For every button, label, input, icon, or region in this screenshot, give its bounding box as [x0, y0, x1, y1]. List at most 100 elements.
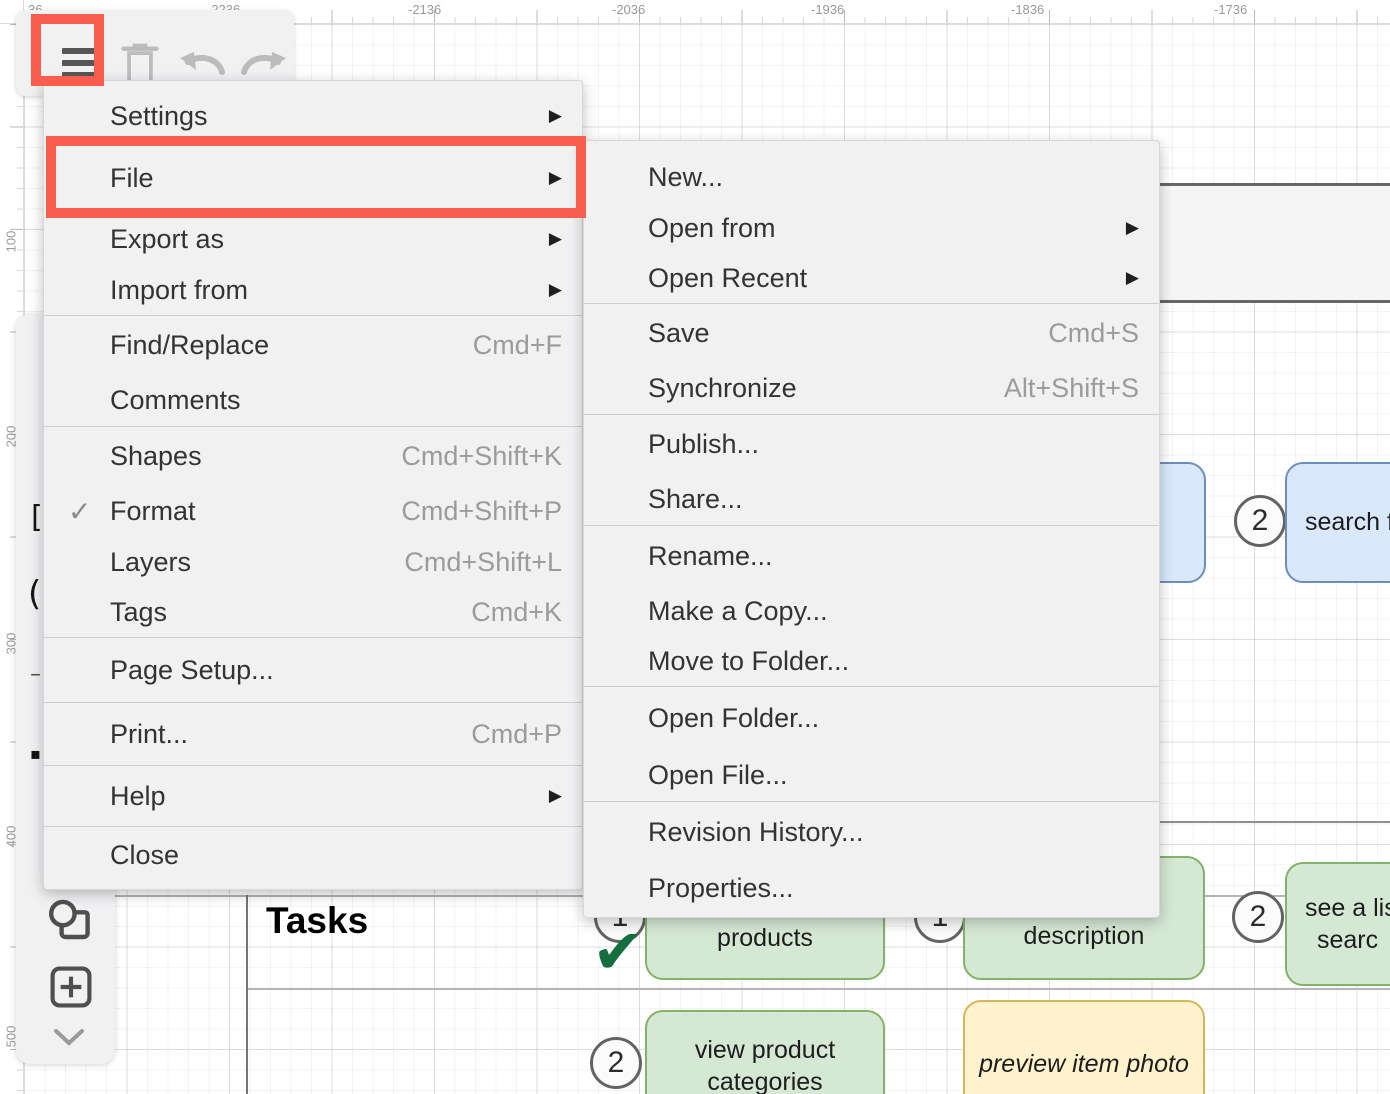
- node-label: description: [965, 922, 1203, 951]
- ruler-label: -1736: [1214, 2, 1247, 17]
- node-label-line1: view product: [647, 1036, 883, 1065]
- ruler-label: 100: [4, 222, 19, 262]
- menu-item-label: Properties...: [648, 873, 1139, 904]
- menu-item-open-recent[interactable]: Open Recent ▶: [584, 253, 1159, 303]
- submenu-arrow-icon: ▶: [549, 786, 562, 806]
- menu-item-new[interactable]: New...: [584, 151, 1159, 203]
- chevron-down-icon[interactable]: [52, 1026, 86, 1048]
- redo-icon[interactable]: [238, 46, 290, 84]
- undo-icon[interactable]: [176, 46, 228, 84]
- menu-item-shortcut: Cmd+K: [471, 597, 562, 628]
- menu-item-format[interactable]: ✓ Format Cmd+Shift+P: [44, 485, 582, 537]
- menu-item-label: Move to Folder...: [648, 646, 1139, 677]
- node-preview-item-photo[interactable]: preview item photo: [963, 1000, 1205, 1094]
- menu-item-synchronize[interactable]: Synchronize Alt+Shift+S: [584, 362, 1159, 414]
- menu-item-shortcut: Cmd+S: [1048, 318, 1139, 349]
- file-submenu: New... Open from ▶ Open Recent ▶ Save Cm…: [583, 140, 1160, 918]
- tasks-lane-vertical-line: [246, 895, 248, 1094]
- menu-item-shortcut: Cmd+F: [473, 330, 562, 361]
- menu-item-find-replace[interactable]: Find/Replace Cmd+F: [44, 316, 582, 374]
- menu-item-shortcut: Alt+Shift+S: [1004, 373, 1139, 404]
- shapes-icon[interactable]: [46, 898, 98, 950]
- menu-item-label: New...: [648, 162, 1139, 193]
- menu-item-comments[interactable]: Comments: [44, 374, 582, 426]
- node-search-for[interactable]: search fo: [1285, 462, 1390, 583]
- menu-item-label: Find/Replace: [110, 330, 453, 361]
- menu-item-label: Make a Copy...: [648, 596, 1139, 627]
- ruler-label: -1836: [1011, 2, 1044, 17]
- menu-item-shortcut: Cmd+Shift+K: [401, 441, 562, 472]
- tasks-lane-bottom-line: [246, 988, 1390, 990]
- submenu-arrow-icon: ▶: [1126, 268, 1139, 288]
- menu-item-shortcut: Cmd+P: [471, 719, 562, 750]
- menu-item-label: Open Folder...: [648, 703, 1139, 734]
- menu-item-revision-history[interactable]: Revision History...: [584, 802, 1159, 862]
- node-label: products: [647, 924, 883, 953]
- menu-item-export-as[interactable]: Export as ▶: [44, 213, 582, 265]
- annotation-highlight-hamburger: [31, 14, 104, 86]
- menu-item-close[interactable]: Close: [44, 827, 582, 883]
- menu-item-label: Publish...: [648, 429, 1139, 460]
- menu-item-label: Page Setup...: [110, 655, 562, 686]
- menu-item-publish[interactable]: Publish...: [584, 415, 1159, 473]
- menu-item-label: Export as: [110, 224, 529, 255]
- insert-shape-icon[interactable]: [48, 964, 94, 1010]
- submenu-arrow-icon: ▶: [549, 229, 562, 249]
- node-view-product-categories[interactable]: view product categories: [645, 1010, 885, 1094]
- menu-item-label: Help: [110, 781, 529, 812]
- menu-item-label: Import from: [110, 275, 529, 306]
- shape-fragment: ▪: [30, 744, 41, 763]
- menu-item-shortcut: Cmd+Shift+P: [401, 496, 562, 527]
- menu-item-label: Layers: [110, 547, 384, 578]
- badge-search-step[interactable]: 2: [1234, 495, 1286, 547]
- menu-item-tags[interactable]: Tags Cmd+K: [44, 587, 582, 637]
- menu-item-properties[interactable]: Properties...: [584, 862, 1159, 914]
- ruler-label: -2036: [612, 2, 645, 17]
- menu-item-shapes[interactable]: Shapes Cmd+Shift+K: [44, 427, 582, 485]
- submenu-arrow-icon: ▶: [549, 280, 562, 300]
- shape-fragment: [: [31, 500, 43, 535]
- menu-item-label: Shapes: [110, 441, 381, 472]
- menu-item-open-folder[interactable]: Open Folder...: [584, 687, 1159, 749]
- menu-item-settings[interactable]: Settings ▶: [44, 89, 582, 143]
- menu-item-label: Close: [110, 840, 562, 871]
- menu-item-make-a-copy[interactable]: Make a Copy...: [584, 586, 1159, 636]
- node-label-line2: categories: [647, 1068, 883, 1094]
- task-check-icon: ✔: [592, 922, 644, 984]
- node-label: search fo: [1287, 508, 1390, 537]
- node-label: preview item photo: [965, 1050, 1203, 1079]
- node-label-line2: searc: [1287, 926, 1390, 955]
- menu-item-label: Open Recent: [648, 263, 1106, 294]
- menu-item-import-from[interactable]: Import from ▶: [44, 265, 582, 315]
- menu-item-save[interactable]: Save Cmd+S: [584, 304, 1159, 362]
- menu-item-label: Rename...: [648, 541, 1139, 572]
- ruler-label: -2136: [408, 2, 441, 17]
- menu-item-label: Print...: [110, 719, 451, 750]
- badge-categories-step[interactable]: 2: [590, 1037, 642, 1089]
- menu-item-rename[interactable]: Rename...: [584, 526, 1159, 586]
- submenu-arrow-icon: ▶: [1126, 218, 1139, 238]
- menu-item-print[interactable]: Print... Cmd+P: [44, 703, 582, 765]
- menu-item-label: Comments: [110, 385, 562, 416]
- menu-item-layers[interactable]: Layers Cmd+Shift+L: [44, 537, 582, 587]
- menu-item-label: Format: [110, 496, 381, 527]
- menu-item-share[interactable]: Share...: [584, 473, 1159, 525]
- menu-item-label: Open from: [648, 213, 1106, 244]
- menu-item-label: Settings: [110, 101, 529, 132]
- shape-fragment: (: [28, 574, 41, 614]
- node-see-list[interactable]: see a lis searc: [1285, 862, 1390, 986]
- menu-item-label: Save: [648, 318, 1028, 349]
- menu-item-open-file[interactable]: Open File...: [584, 749, 1159, 801]
- tasks-lane-title: Tasks: [266, 900, 368, 942]
- badge-see-list-step[interactable]: 2: [1232, 891, 1284, 943]
- submenu-arrow-icon: ▶: [549, 106, 562, 126]
- menu-item-help[interactable]: Help ▶: [44, 766, 582, 826]
- shape-fragment: –: [30, 662, 41, 687]
- menu-item-move-to-folder[interactable]: Move to Folder...: [584, 636, 1159, 686]
- menu-item-label: Synchronize: [648, 373, 984, 404]
- menu-item-page-setup[interactable]: Page Setup...: [44, 638, 582, 702]
- ruler-label: -1936: [811, 2, 844, 17]
- menu-item-open-from[interactable]: Open from ▶: [584, 203, 1159, 253]
- menu-item-label: Open File...: [648, 760, 1139, 791]
- menu-item-label: Tags: [110, 597, 451, 628]
